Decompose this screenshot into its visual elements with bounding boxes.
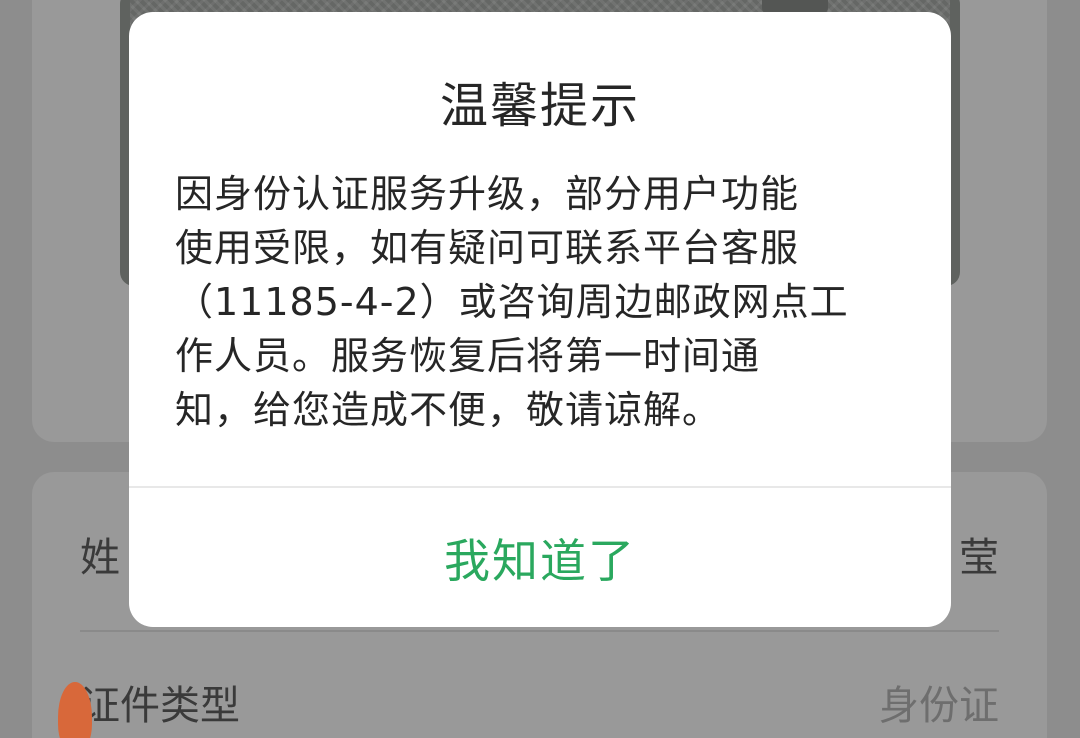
id-type-value: 身份证: [879, 683, 999, 729]
name-label: 姓: [80, 535, 120, 581]
dialog-message: 因身份认证服务升级，部分用户功能 使用受限，如有疑问可联系平台客服 （11185…: [175, 172, 849, 432]
form-divider: [80, 630, 999, 632]
id-type-label: 证件类型: [80, 683, 240, 729]
dialog-title: 温馨提示: [439, 78, 640, 134]
confirm-button[interactable]: 我知道了: [129, 488, 951, 627]
name-value: 莹: [959, 535, 999, 581]
notice-dialog: 温馨提示 因身份认证服务升级，部分用户功能 使用受限，如有疑问可联系平台客服 （…: [129, 12, 951, 627]
id-type-row[interactable]: 证件类型 身份证: [80, 662, 999, 738]
